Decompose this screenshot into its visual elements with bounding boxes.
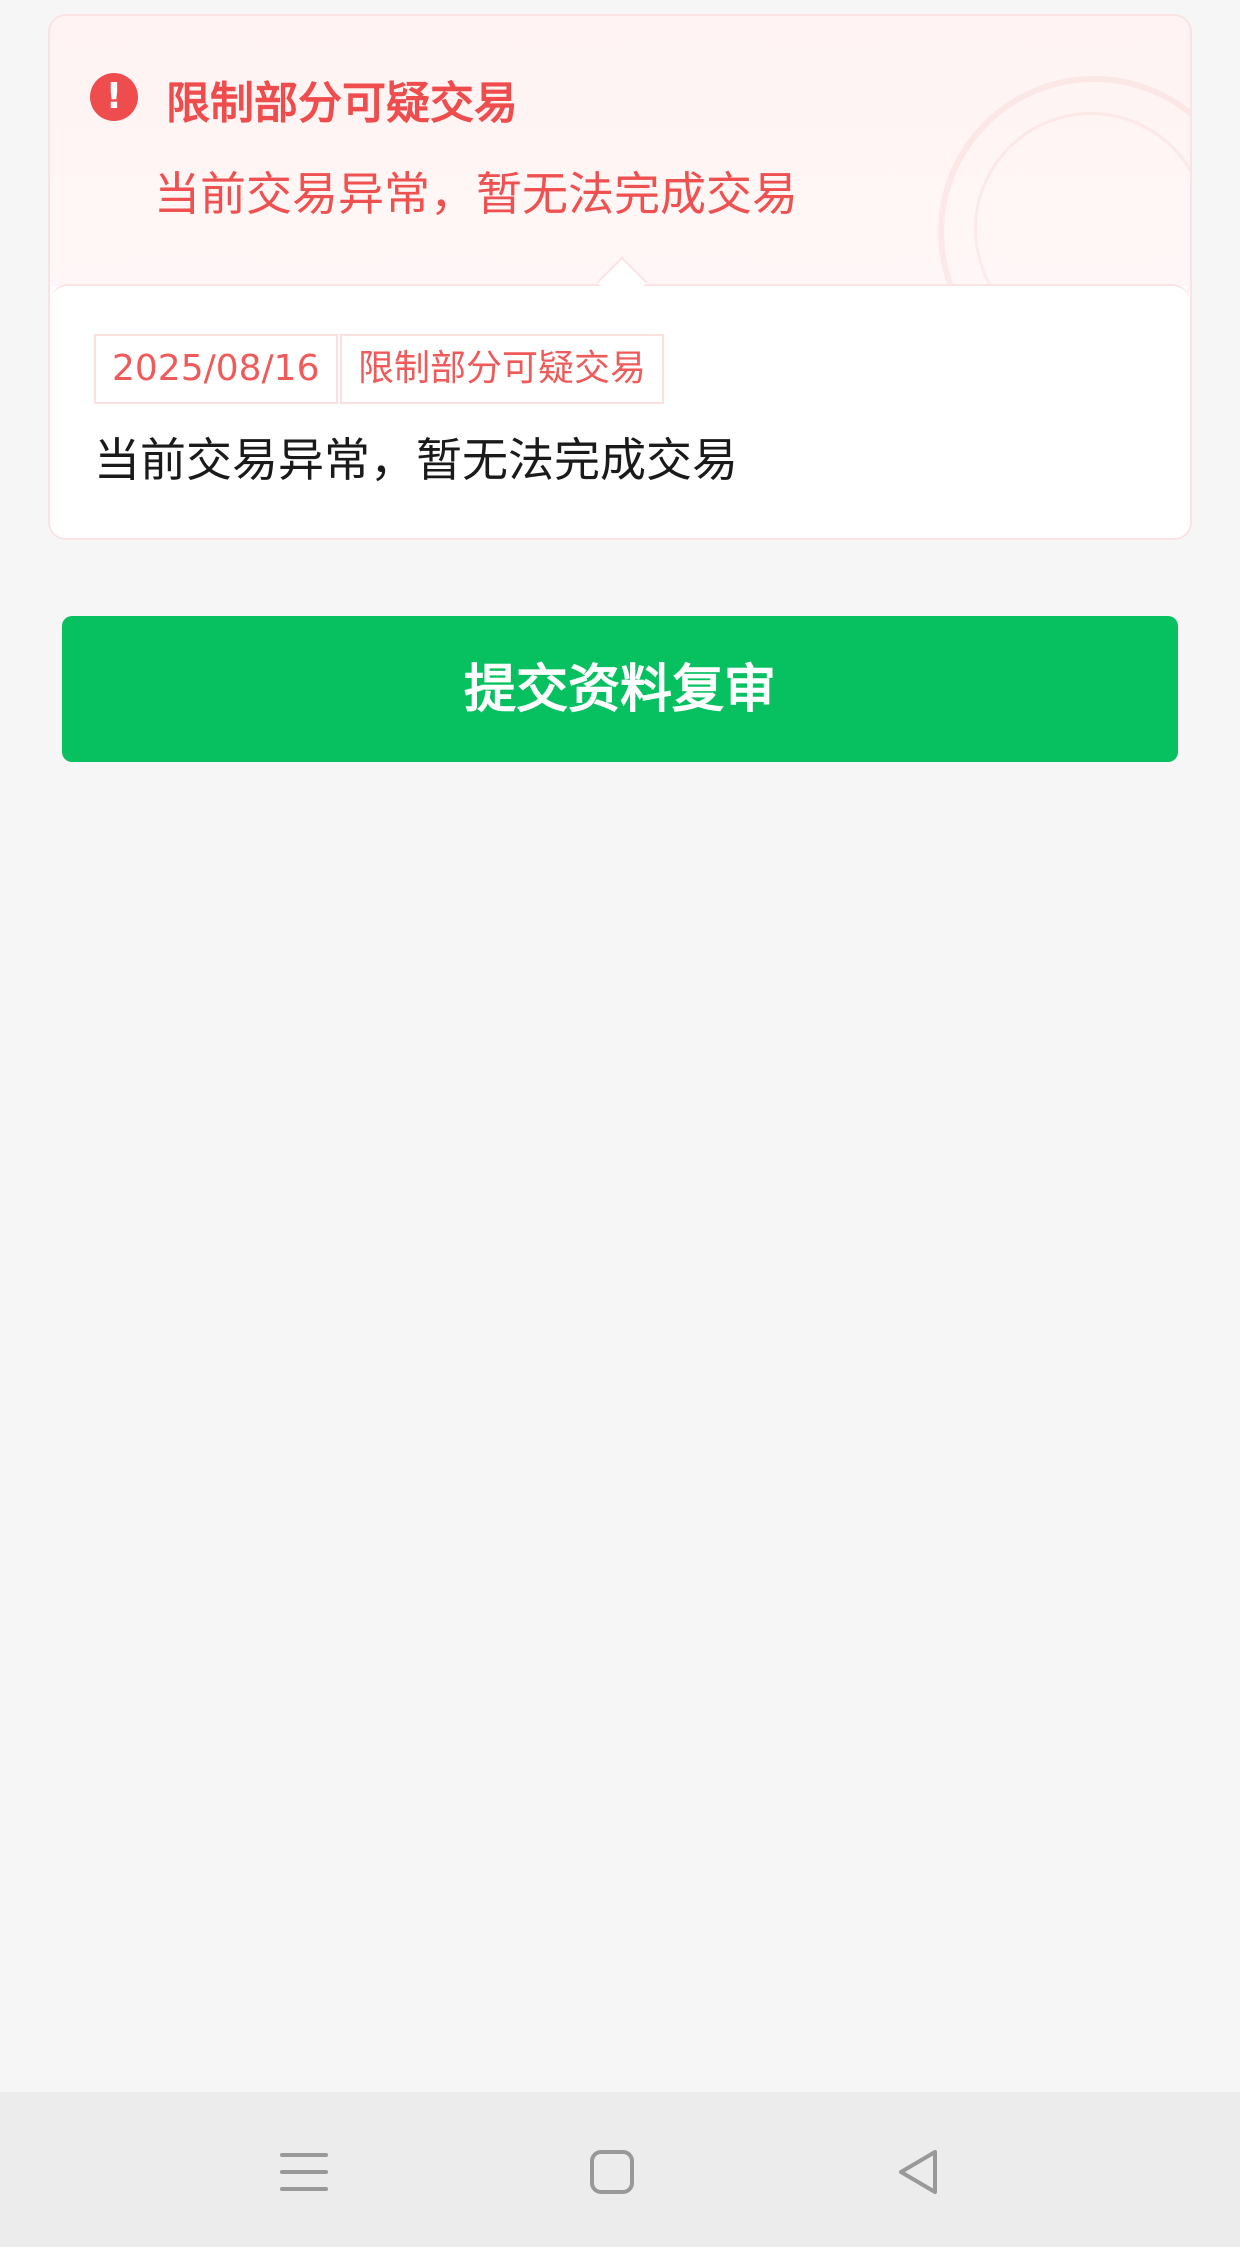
alert-header: ! 限制部分可疑交易 当前交易异常，暂无法完成交易 bbox=[50, 16, 1190, 388]
system-navigation-bar bbox=[0, 2092, 1240, 2247]
back-triangle-icon[interactable] bbox=[878, 2132, 958, 2212]
home-square-icon[interactable] bbox=[572, 2132, 652, 2212]
date-tag: 2025/08/16 bbox=[94, 334, 338, 404]
restriction-card: ! 限制部分可疑交易 当前交易异常，暂无法完成交易 2025/08/16 限制部… bbox=[48, 14, 1192, 540]
restriction-detail-panel: 2025/08/16 限制部分可疑交易 当前交易异常，暂无法完成交易 bbox=[50, 256, 1190, 538]
restriction-description: 当前交易异常，暂无法完成交易 bbox=[94, 433, 738, 487]
menu-icon[interactable] bbox=[264, 2132, 344, 2212]
restriction-type-tag: 限制部分可疑交易 bbox=[340, 334, 665, 404]
exclamation-circle-icon: ! bbox=[90, 73, 138, 121]
submit-review-button[interactable]: 提交资料复审 bbox=[62, 616, 1178, 762]
alert-title: 限制部分可疑交易 bbox=[166, 78, 518, 129]
alert-subtitle: 当前交易异常，暂无法完成交易 bbox=[154, 167, 798, 221]
